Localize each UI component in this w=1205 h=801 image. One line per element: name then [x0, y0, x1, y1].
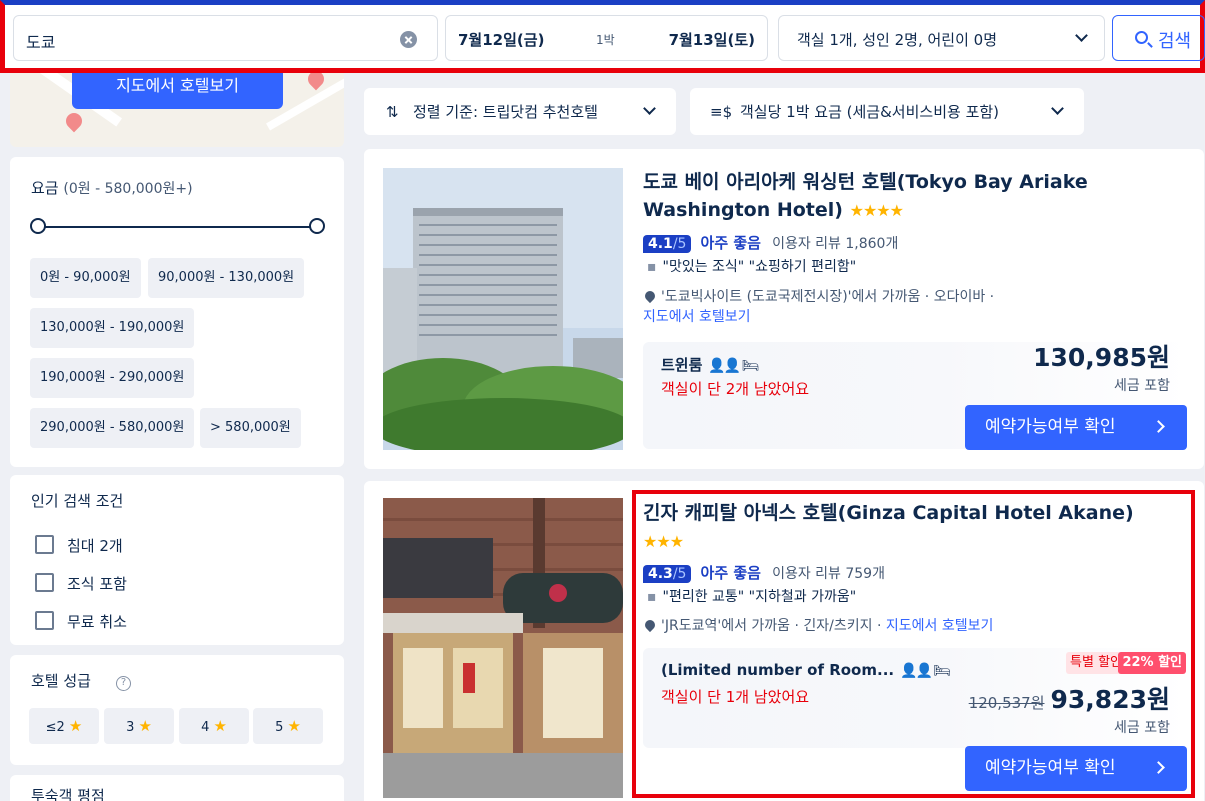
review-summary: 4.1/5 아주 좋음 이용자 리뷰 1,860개: [643, 232, 898, 254]
chevron-right-icon: [1152, 420, 1165, 433]
hotel-name[interactable]: 긴자 캐피탈 아넥스 호텔(Ginza Capital Hotel Akane)…: [643, 499, 1183, 556]
price-chip[interactable]: 0원 - 90,000원: [30, 258, 141, 298]
star-chip-3[interactable]: 3 ★: [104, 708, 174, 744]
special-discount-badge: 특별 할인: [1066, 652, 1126, 674]
clear-icon[interactable]: [400, 31, 417, 48]
search-bar: 도쿄 7월12일(금) 1박 7월13일(토) 객실 1개, 성인 2명, 어린…: [0, 0, 1205, 73]
review-score-badge: 4.1/5: [643, 235, 692, 253]
search-icon: [1135, 31, 1148, 44]
price-chip[interactable]: 90,000원 - 130,000원: [148, 258, 305, 298]
hotel-name[interactable]: 도쿄 베이 아리아케 워싱턴 호텔(Tokyo Bay Ariake Washi…: [643, 168, 1183, 225]
price-chip[interactable]: > 580,000원: [200, 408, 301, 448]
price-slider-max-handle[interactable]: [309, 218, 325, 234]
hotel-location: '도쿄빅사이트 (도쿄국제전시장)'에서 가까움 · 오다이바 ·: [642, 286, 994, 306]
chevron-down-icon: [643, 102, 656, 115]
hotel-card[interactable]: 도쿄 베이 아리아케 워싱턴 호텔(Tokyo Bay Ariake Washi…: [364, 149, 1204, 469]
star-rating-filter: 호텔 성급 ? ≤2 ★ 3 ★ 4 ★ 5 ★: [10, 655, 344, 765]
hotel-card[interactable]: 긴자 캐피탈 아넥스 호텔(Ginza Capital Hotel Akane)…: [364, 481, 1204, 801]
sort-dropdown[interactable]: ⇅ 정렬 기준: 트립닷컴 추천호텔: [364, 88, 676, 135]
price-display-label: 객실당 1박 요금 (세금&서비스비용 포함): [740, 103, 1000, 121]
guests-bed-icon: 👤👤 🛏: [708, 358, 759, 374]
popular-filters-title: 인기 검색 조건: [31, 492, 124, 510]
room-name: (Limited number of Room... 👤👤 🛏: [661, 661, 951, 679]
star-rating: ★★★★: [849, 201, 904, 220]
checkbox[interactable]: [35, 611, 54, 630]
price-slider-track[interactable]: [38, 226, 318, 228]
checkout-date: 7월13일(토): [668, 31, 755, 49]
review-highlights: ▪ "편리한 교통" "지하철과 가까움": [647, 589, 857, 605]
hotel-photo[interactable]: [383, 498, 623, 798]
guest-rating-title: 투숙객 평점: [31, 787, 105, 801]
review-summary: 4.3/5 아주 좋음 이용자 리뷰 759개: [643, 562, 885, 584]
check-availability-button[interactable]: 예약가능여부 확인: [965, 746, 1187, 791]
price-chip[interactable]: 130,000원 - 190,000원: [30, 308, 195, 348]
review-count[interactable]: 이용자 리뷰 759개: [772, 566, 885, 582]
help-icon[interactable]: ?: [116, 676, 131, 691]
guest-rating-filter: 투숙객 평점: [10, 775, 344, 801]
guests-bed-icon: 👤👤 🛏: [900, 663, 951, 679]
star-icon: ★: [213, 717, 227, 735]
price-chip[interactable]: 190,000원 - 290,000원: [30, 358, 195, 398]
location-pin-icon: [642, 617, 658, 633]
star-icon: ★: [138, 717, 152, 735]
price-filter: 요금 (0원 - 580,000원+) 0원 - 90,000원 90,000원…: [10, 157, 344, 467]
star-rating: ★★★: [643, 532, 684, 551]
map-pin-icon: [62, 109, 86, 133]
star-filter-title: 호텔 성급: [31, 672, 91, 690]
search-button[interactable]: 검색: [1112, 15, 1205, 61]
price-chip[interactable]: 290,000원 - 580,000원: [30, 408, 195, 448]
view-on-map-link[interactable]: 지도에서 호텔보기: [643, 306, 751, 326]
discount-percent-badge: 22% 할인: [1118, 652, 1186, 674]
checkin-date: 7월12일(금): [458, 31, 545, 49]
chevron-down-icon: [1075, 29, 1088, 42]
view-on-map-link[interactable]: 지도에서 호텔보기: [886, 618, 994, 634]
date-picker[interactable]: 7월12일(금) 1박 7월13일(토): [445, 15, 768, 61]
star-chip-2-or-less[interactable]: ≤2 ★: [29, 708, 99, 744]
map-pin-icon: [304, 73, 328, 91]
review-highlights: ▪ "맛있는 조식" "쇼핑하기 편리함": [647, 259, 857, 275]
star-icon: ★: [287, 717, 301, 735]
sort-label: 정렬 기준: 트립닷컴 추천호텔: [413, 103, 598, 121]
review-score-badge: 4.3/5: [643, 565, 692, 583]
price-slider-min-handle[interactable]: [30, 218, 46, 234]
original-price: 120,537원: [968, 694, 1045, 712]
rooms-left-notice: 객실이 단 1개 남았어요: [661, 688, 810, 706]
price-display-dropdown[interactable]: ≡$ 객실당 1박 요금 (세금&서비스비용 포함): [690, 88, 1084, 135]
popular-filters: 인기 검색 조건 침대 2개 조식 포함 무료 취소: [10, 475, 344, 645]
checkbox[interactable]: [35, 535, 54, 554]
review-count[interactable]: 이용자 리뷰 1,860개: [772, 236, 898, 252]
star-icon: ★: [68, 717, 83, 735]
tax-included: 세금 포함: [1114, 378, 1170, 394]
location-pin-icon: [642, 288, 658, 304]
hotel-location: 'JR도쿄역'에서 가까움 · 긴자/츠키지 · 지도에서 호텔보기: [642, 615, 994, 635]
check-availability-button[interactable]: 예약가능여부 확인: [965, 405, 1187, 450]
checkbox[interactable]: [35, 573, 54, 592]
hotel-photo[interactable]: [383, 168, 623, 450]
rooms-guests-value: 객실 1개, 성인 2명, 어린이 0명: [797, 31, 998, 49]
destination-input[interactable]: 도쿄: [13, 15, 438, 61]
price-list-icon: ≡$: [710, 103, 733, 121]
star-chip-5[interactable]: 5 ★: [253, 708, 323, 744]
rooms-left-notice: 객실이 단 2개 남았어요: [661, 380, 810, 398]
view-map-button[interactable]: 지도에서 호텔보기: [72, 73, 283, 109]
room-name: 트윈룸 👤👤 🛏: [661, 356, 760, 374]
search-label: 검색: [1158, 31, 1192, 52]
room-price: 120,537원 93,823원: [968, 685, 1170, 714]
rooms-guests-select[interactable]: 객실 1개, 성인 2명, 어린이 0명: [778, 15, 1105, 61]
price-filter-title: 요금 (0원 - 580,000원+): [31, 179, 193, 197]
chevron-down-icon: [1051, 102, 1064, 115]
tax-included: 세금 포함: [1114, 720, 1170, 736]
destination-value: 도쿄: [26, 33, 56, 52]
room-price: 130,985원: [1033, 343, 1170, 372]
chevron-right-icon: [1152, 761, 1165, 774]
sort-icon: ⇅: [386, 103, 399, 121]
nights-count: 1박: [596, 33, 615, 47]
star-chip-4[interactable]: 4 ★: [179, 708, 249, 744]
